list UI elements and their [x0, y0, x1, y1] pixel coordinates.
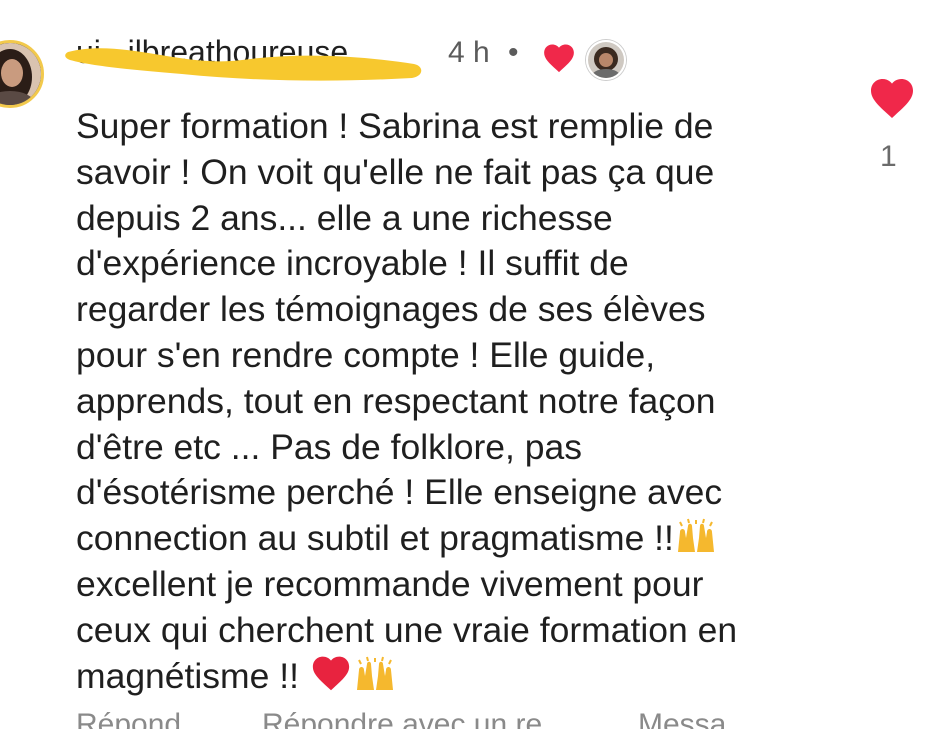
raising-hands-emoji-icon — [356, 656, 393, 690]
author-avatar[interactable] — [0, 40, 44, 108]
comment-line: ceux qui cherchent une vraie formation e… — [76, 609, 738, 650]
comment-body: Super formation ! Sabrina est remplie de… — [76, 104, 836, 699]
separator-dot: • — [508, 36, 519, 69]
comment-line: depuis 2 ans... elle a une richesse — [76, 197, 613, 238]
comment-line: d'ésotérisme perché ! Elle enseigne avec — [76, 472, 723, 513]
like-count: 1 — [880, 140, 897, 173]
reply-button[interactable]: Répond... — [76, 708, 206, 729]
comment-line: excellent je recommande vivement pour — [76, 563, 704, 604]
comment-line: d'expérience incroyable ! Il suffit de — [76, 243, 629, 284]
like-heart-icon[interactable] — [868, 76, 916, 120]
redaction-scribble — [65, 48, 422, 81]
message-button[interactable]: Messa... — [638, 708, 751, 729]
comment-time: 4 h — [448, 36, 490, 69]
comment-line: apprends, tout en respectant notre façon — [76, 380, 716, 421]
reply-with-reel-button[interactable]: Répondre avec un re... — [262, 708, 567, 729]
comment-line: savoir ! On voit qu'elle ne fait pas ça … — [76, 151, 715, 192]
comment-line: Super formation ! Sabrina est remplie de — [76, 106, 714, 146]
profile-photo-icon — [0, 43, 41, 105]
red-heart-emoji-icon — [312, 656, 349, 690]
comment-line: pour s'en rendre compte ! Elle guide, — [76, 334, 656, 375]
comment-line: d'être etc ... Pas de folklore, pas — [76, 426, 583, 467]
comment-header: ui...ilbreathoureuse 4 h • — [65, 32, 636, 81]
comment-line: regarder les témoignages de ses élèves — [76, 289, 706, 330]
reactor-avatar — [586, 40, 626, 80]
comment-line-with-emoji: magnétisme !! — [76, 654, 836, 700]
raising-hands-emoji-icon — [677, 518, 714, 553]
comment-line-with-emoji: connection au subtil et pragmatisme !! — [76, 516, 836, 562]
comment-line-text: magnétisme !! — [76, 655, 309, 696]
comment-view: ui...ilbreathoureuse 4 h • Super formati… — [0, 0, 942, 729]
reactor-avatar-icon — [588, 42, 624, 78]
comment-line-text: connection au subtil et pragmatisme !! — [76, 518, 674, 559]
heart-icon — [544, 44, 574, 73]
